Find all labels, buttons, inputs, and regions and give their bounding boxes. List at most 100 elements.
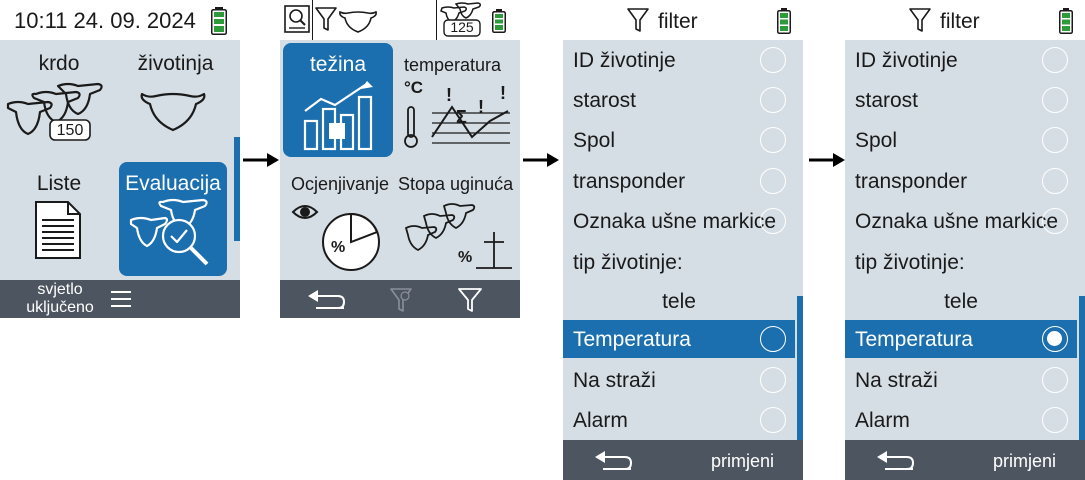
radio-button-checked[interactable] [1042,326,1068,352]
light-button[interactable]: svjetlo uključeno [0,281,120,317]
radio-button[interactable] [760,407,786,433]
svg-text:%: % [458,249,472,266]
radio-button[interactable] [1042,47,1068,73]
filter-option-on-guard[interactable]: Na straži [563,360,795,400]
radio-button[interactable] [760,367,786,393]
radio-button[interactable] [760,127,786,153]
filter-value-label: tele [944,290,978,313]
radio-button[interactable] [1042,127,1068,153]
radio-button[interactable] [760,208,786,234]
filter-header: filter [563,0,803,40]
apply-button[interactable]: primjeni [711,451,774,472]
radio-button[interactable] [1042,208,1068,234]
tile-lists-label: Liste [36,172,82,195]
radio-button[interactable] [1042,367,1068,393]
filter-option-age[interactable]: starost [845,80,1077,120]
filter-option-label: Alarm [855,409,910,432]
tile-weight[interactable]: težina [283,43,393,157]
filter-option-label: Temperatura [573,328,691,351]
light-label-line1: svjetlo [37,281,83,298]
scrollbar[interactable] [1079,296,1085,440]
battery-icon [492,9,506,33]
document-icon [35,201,81,259]
home-menu: krdo 150 životinja Liste Evaluacija [0,40,240,280]
filter-option-alarm[interactable]: Alarm [563,400,795,440]
filter-option-label: Spol [573,129,616,152]
filter-option-label: ID životinje [573,49,676,72]
filter-option-alarm[interactable]: Alarm [845,400,1077,440]
svg-text:!: ! [446,85,452,105]
tile-evaluation[interactable]: Evaluacija [119,162,227,276]
battery-icon [211,7,227,35]
datetime: 10:11 24. 09. 2024 [14,8,196,33]
arrow-right-icon [809,153,845,167]
scrollbar[interactable] [234,137,240,241]
filter-option-ear-tag[interactable]: Oznaka ušne markice [563,201,795,241]
menu-icon[interactable] [111,291,131,307]
radio-button[interactable] [1042,407,1068,433]
filter-value-calf[interactable]: tele [563,282,795,320]
tile-lists[interactable]: Liste [0,162,118,277]
bottom-bar-2 [280,280,520,318]
svg-text:Σ: Σ [456,107,467,127]
filter-icon[interactable] [458,288,482,312]
status-bar: 10:11 24. 09. 2024 [0,0,240,40]
filter-list: ID životinje starost Spol transponder Oz… [845,40,1085,440]
tile-evaluation-label: Evaluacija [125,172,221,195]
search-icon[interactable] [284,5,310,33]
scrollbar[interactable] [797,296,803,440]
tile-temperature[interactable]: temperatura °C Σ ! ! ! [398,43,520,157]
back-icon[interactable] [308,288,348,310]
back-icon[interactable] [595,449,635,471]
filter-option-ear-tag[interactable]: Oznaka ušne markice [845,201,1077,241]
filter-option-on-guard[interactable]: Na straži [845,360,1077,400]
tile-mortality-label: Stopa uginuća [398,174,514,194]
filter-bottom-bar: primjeni [845,440,1085,480]
filter-section-label: tip životinje: [573,251,683,274]
filter-value-calf[interactable]: tele [845,282,1077,320]
filter-cow-icon [315,7,377,33]
tile-rating[interactable]: Ocjenjivanje % [283,162,395,276]
tile-mortality[interactable]: Stopa uginuća % [398,162,520,276]
tile-animal-label: životinja [137,52,214,75]
filter-option-label: transponder [855,170,968,193]
herd-count-badge: 150 [56,122,84,139]
svg-text:!: ! [478,97,484,117]
radio-button[interactable] [760,326,786,352]
filter-option-transponder[interactable]: transponder [845,161,1077,201]
herd-count-badge-2: 125 [450,19,474,35]
filter-option-age[interactable]: starost [563,80,795,120]
filter-option-label: Na straži [855,369,938,392]
filter-option-animal-id[interactable]: ID životinje [845,40,1077,80]
svg-text:%: % [331,239,345,256]
tile-animal[interactable]: životinja [118,40,233,158]
svg-text:!: ! [500,83,506,103]
filter-option-label: Alarm [573,409,628,432]
radio-button[interactable] [760,87,786,113]
battery-icon [1059,8,1073,34]
cow-icon [140,92,206,132]
filter-header: filter [845,0,1085,40]
filter-section-animal-type: tip životinje: [845,241,1077,281]
back-icon[interactable] [877,449,917,471]
filter-option-temperature[interactable]: Temperatura [845,320,1077,358]
radio-button[interactable] [760,47,786,73]
filter-option-transponder[interactable]: transponder [563,161,795,201]
filter-option-label: starost [855,89,919,112]
filter-section-animal-type: tip životinje: [563,241,795,281]
filter-icon [627,8,649,32]
filter-remove-icon [390,288,412,312]
battery-icon [777,8,791,34]
filter-option-sex[interactable]: Spol [845,120,1077,160]
filter-option-animal-id[interactable]: ID životinje [563,40,795,80]
radio-button[interactable] [760,168,786,194]
filter-title: filter [940,10,980,33]
mortality-icon: % [404,203,512,269]
radio-button[interactable] [1042,87,1068,113]
apply-button[interactable]: primjeni [993,451,1056,472]
filter-option-sex[interactable]: Spol [563,120,795,160]
radio-button[interactable] [1042,168,1068,194]
tile-herd[interactable]: krdo 150 [0,40,118,158]
filter-option-temperature[interactable]: Temperatura [563,320,795,358]
svg-text:°C: °C [404,78,423,97]
